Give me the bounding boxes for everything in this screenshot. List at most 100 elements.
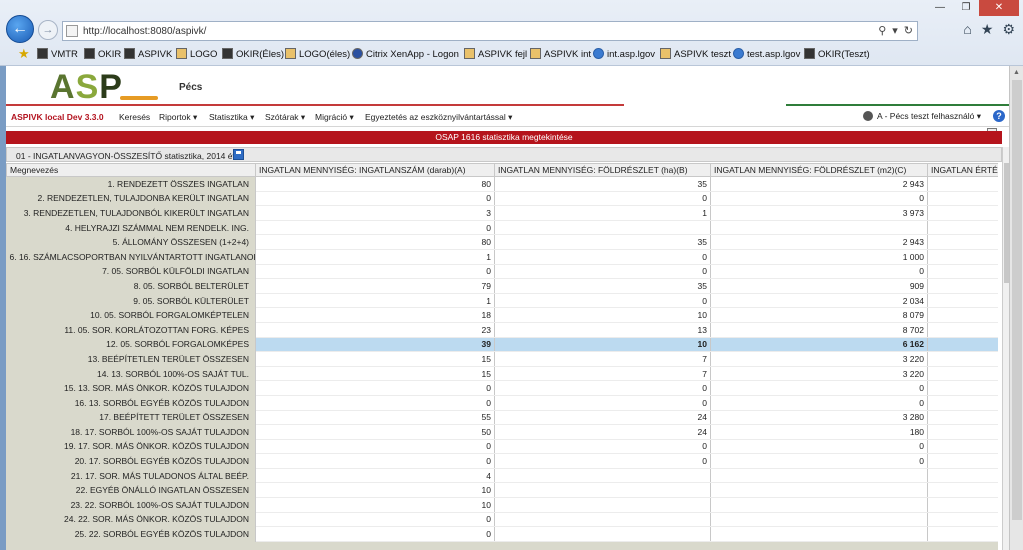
cell-value-a[interactable]: 18 [255, 307, 495, 323]
table-row[interactable]: 11. 05. SOR. KORLÁTOZOTTAN FORG. KÉPES 23… [6, 322, 998, 338]
cell-value-d[interactable] [927, 337, 998, 353]
cell-value-c[interactable]: 0 [710, 264, 928, 280]
cell-value-d[interactable] [927, 264, 998, 280]
table-row[interactable]: 2. RENDEZETLEN, TULAJDONBA KERÜLT INGATL… [6, 191, 998, 207]
cell-value-b[interactable] [494, 497, 711, 513]
table-row[interactable]: 21. 17. SOR. MÁS TULADONOS ÁLTAL BEÉP. 4 [6, 468, 998, 484]
cell-value-b[interactable]: 0 [494, 380, 711, 396]
cell-value-c[interactable] [710, 526, 928, 542]
cell-value-c[interactable]: 8 079 [710, 307, 928, 323]
table-row[interactable]: 9. 05. SORBÓL KÜLTERÜLET 1 0 2 034 [6, 293, 998, 309]
save-icon[interactable] [233, 149, 244, 160]
favorite-link[interactable]: Citrix XenApp - Logon [352, 48, 459, 60]
menu-item[interactable]: Szótárak ▾ [265, 112, 305, 123]
cell-value-a[interactable]: 0 [255, 453, 495, 469]
cell-value-b[interactable]: 35 [494, 234, 711, 250]
table-row[interactable]: 17. BEÉPÍTETT TERÜLET ÖSSZESEN 55 24 3 280 [6, 410, 998, 426]
table-row[interactable]: 16. 13. SORBÓL EGYÉB KÖZÖS TULAJDON 0 0 0 [6, 395, 998, 411]
cell-value-a[interactable]: 0 [255, 395, 495, 411]
cell-value-b[interactable]: 0 [494, 395, 711, 411]
cell-value-c[interactable]: 0 [710, 395, 928, 411]
menu-item[interactable]: Keresés [119, 112, 150, 122]
cell-value-d[interactable] [927, 234, 998, 250]
user-menu[interactable]: A - Pécs teszt felhasználó ▾ [863, 111, 981, 122]
cell-value-a[interactable]: 1 [255, 249, 495, 265]
cell-value-b[interactable]: 7 [494, 366, 711, 382]
cell-value-b[interactable] [494, 512, 711, 528]
cell-value-b[interactable]: 24 [494, 410, 711, 426]
favorite-link[interactable]: LOGO(éles) [285, 48, 350, 60]
cell-value-a[interactable]: 55 [255, 410, 495, 426]
cell-value-a[interactable]: 0 [255, 264, 495, 280]
cell-value-b[interactable]: 0 [494, 293, 711, 309]
cell-value-a[interactable]: 79 [255, 278, 495, 294]
cell-value-a[interactable]: 10 [255, 482, 495, 499]
back-button[interactable]: ← [6, 15, 34, 43]
table-row[interactable]: 7. 05. SORBÓL KÜLFÖLDI INGATLAN 0 0 0 [6, 264, 998, 280]
table-row[interactable]: 8. 05. SORBÓL BELTERÜLET 79 35 909 [6, 278, 998, 294]
cell-value-c[interactable]: 3 280 [710, 410, 928, 426]
home-icon[interactable]: ⌂ [963, 21, 971, 37]
cell-value-c[interactable]: 0 [710, 191, 928, 207]
favorite-link[interactable]: VMTR [37, 48, 78, 60]
table-row[interactable]: 19. 17. SOR. MÁS ÖNKOR. KÖZÖS TULAJDON 0 0… [6, 439, 998, 455]
menu-item[interactable]: Migráció ▾ [315, 112, 354, 123]
cell-value-d[interactable] [927, 380, 998, 396]
favorite-link[interactable]: ASPIVK int [530, 48, 591, 60]
cell-value-d[interactable] [927, 410, 998, 426]
table-row[interactable]: 23. 22. SORBÓL 100%-OS SAJÁT TULAJDON 10 [6, 497, 998, 513]
cell-value-d[interactable] [927, 439, 998, 455]
menu-item[interactable]: Riportok ▾ [159, 112, 197, 123]
cell-value-b[interactable]: 0 [494, 249, 711, 265]
table-row[interactable]: 5. ÁLLOMÁNY ÖSSZESEN (1+2+4) 80 35 2 943 [6, 234, 998, 250]
forward-button[interactable]: → [38, 20, 58, 40]
cell-value-b[interactable] [494, 526, 711, 542]
cell-value-a[interactable]: 3 [255, 205, 495, 221]
cell-value-d[interactable] [927, 205, 998, 221]
table-row[interactable]: 22. EGYÉB ÖNÁLLÓ INGATLAN ÖSSZESEN 10 [6, 482, 998, 499]
cell-value-d[interactable] [927, 497, 998, 513]
cell-value-d[interactable] [927, 220, 998, 236]
cell-value-b[interactable]: 0 [494, 264, 711, 280]
cell-value-a[interactable]: 0 [255, 439, 495, 455]
cell-value-b[interactable] [494, 220, 711, 236]
cell-value-d[interactable] [927, 191, 998, 207]
cell-value-d[interactable] [927, 322, 998, 338]
cell-value-d[interactable] [927, 424, 998, 440]
favorite-link[interactable]: ASPIVK teszt [660, 48, 731, 60]
table-row[interactable]: 14. 13. SORBÓL 100%-OS SAJÁT TUL. 15 7 3 22… [6, 366, 998, 382]
favorite-link[interactable]: ASPIVK fejl [464, 48, 527, 60]
minimize-button[interactable]: — [927, 0, 953, 16]
cell-value-a[interactable]: 80 [255, 176, 495, 192]
cell-value-c[interactable]: 909 [710, 278, 928, 294]
cell-value-d[interactable] [927, 468, 998, 484]
cell-value-b[interactable]: 13 [494, 322, 711, 338]
column-header[interactable]: Megnevezés [6, 163, 256, 177]
cell-value-d[interactable] [927, 249, 998, 265]
table-row[interactable]: 25. 22. SORBÓL EGYÉB KÖZÖS TULAJDON 0 [6, 526, 998, 542]
cell-value-a[interactable]: 15 [255, 366, 495, 382]
cell-value-b[interactable]: 24 [494, 424, 711, 440]
cell-value-b[interactable]: 1 [494, 205, 711, 221]
cell-value-d[interactable] [927, 482, 998, 499]
cell-value-a[interactable]: 0 [255, 191, 495, 207]
cell-value-b[interactable]: 35 [494, 176, 711, 192]
cell-value-d[interactable] [927, 176, 998, 192]
column-header[interactable]: INGATLAN ÉRTÉK: [927, 163, 998, 177]
cell-value-d[interactable] [927, 526, 998, 542]
favorite-link[interactable]: test.asp.lgov [733, 48, 800, 60]
table-row[interactable]: 15. 13. SOR. MÁS ÖNKOR. KÖZÖS TULAJDON 0 0… [6, 380, 998, 396]
cell-value-c[interactable]: 8 702 [710, 322, 928, 338]
favorite-link[interactable]: int.asp.lgov [593, 48, 655, 60]
close-button[interactable]: ✕ [979, 0, 1019, 16]
cell-value-a[interactable]: 39 [255, 337, 495, 353]
table-scrollbar[interactable] [1002, 147, 1009, 550]
cell-value-a[interactable]: 0 [255, 380, 495, 396]
cell-value-c[interactable] [710, 220, 928, 236]
favorite-link[interactable]: LOGO [176, 48, 217, 60]
cell-value-c[interactable] [710, 468, 928, 484]
scroll-up-icon[interactable]: ▲ [1013, 69, 1020, 76]
cell-value-b[interactable]: 0 [494, 453, 711, 469]
menu-item[interactable]: Statisztika ▾ [209, 112, 254, 123]
cell-value-c[interactable]: 3 973 [710, 205, 928, 221]
